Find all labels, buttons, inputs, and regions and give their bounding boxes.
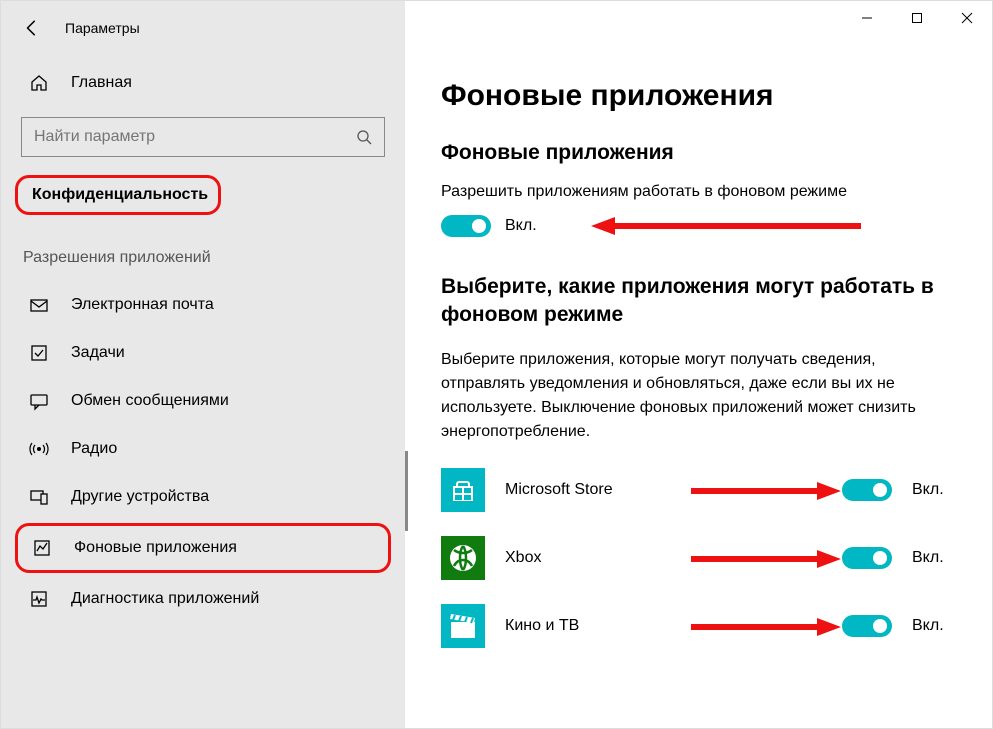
movies-icon <box>441 604 485 648</box>
section-choose-body: Выберите приложения, которые могут получ… <box>441 348 956 444</box>
app-row-movies: Кино и ТВ Вкл. <box>441 604 956 648</box>
devices-icon <box>29 487 49 507</box>
app-row-xbox: Xbox Вкл. <box>441 536 956 580</box>
bgapps-icon <box>32 538 52 558</box>
search-box[interactable] <box>21 117 385 157</box>
app-toggle-movies[interactable] <box>842 615 892 637</box>
app-toggle-store[interactable] <box>842 479 892 501</box>
titlebar-left: Параметры <box>1 13 405 63</box>
app-name: Xbox <box>505 549 665 567</box>
app-toggle-state: Вкл. <box>912 481 956 499</box>
sidebar-item-label: Фоновые приложения <box>74 539 237 557</box>
diag-icon <box>29 589 49 609</box>
allow-bg-toggle[interactable] <box>441 215 491 237</box>
radio-icon <box>29 439 49 459</box>
minimize-icon <box>861 12 873 24</box>
sidebar-item-tasks[interactable]: Задачи <box>1 329 405 377</box>
app-toggle-state: Вкл. <box>912 549 956 567</box>
sidebar-item-email[interactable]: Электронная почта <box>1 281 405 329</box>
section-choose-title: Выберите, какие приложения могут работат… <box>441 273 956 330</box>
sidebar-home-label: Главная <box>71 74 132 92</box>
window-title: Параметры <box>65 20 140 36</box>
sidebar-item-label: Обмен сообщениями <box>71 392 229 410</box>
page-title: Фоновые приложения <box>441 79 956 113</box>
tasks-icon <box>29 343 49 363</box>
sidebar-item-label: Диагностика приложений <box>71 590 259 608</box>
sidebar-item-label: Другие устройства <box>71 488 209 506</box>
search-wrap <box>1 103 405 175</box>
maximize-button[interactable] <box>892 1 942 35</box>
sidebar-group-header: Разрешения приложений <box>1 243 405 281</box>
scrollbar-thumb[interactable] <box>405 451 408 531</box>
minimize-button[interactable] <box>842 1 892 35</box>
sidebar-item-background-apps[interactable]: Фоновые приложения <box>15 523 391 573</box>
section-bg-apps-title: Фоновые приложения <box>441 141 956 165</box>
annotation-arrow <box>691 618 841 636</box>
search-icon <box>356 129 372 145</box>
app-row-store: Microsoft Store Вкл. <box>441 468 956 512</box>
app-toggle-state: Вкл. <box>912 617 956 635</box>
window-controls <box>842 1 992 35</box>
sidebar: Параметры Главная Конфиденциальность Раз… <box>1 1 405 728</box>
app-name: Microsoft Store <box>505 481 665 499</box>
sidebar-item-label: Электронная почта <box>71 296 214 314</box>
mail-icon <box>29 295 49 315</box>
annotation-arrow <box>691 550 841 568</box>
arrow-left-icon <box>23 19 41 37</box>
xbox-icon <box>441 536 485 580</box>
sidebar-item-messaging[interactable]: Обмен сообщениями <box>1 377 405 425</box>
sidebar-item-app-diagnostics[interactable]: Диагностика приложений <box>1 575 405 623</box>
allow-bg-toggle-row: Вкл. <box>441 215 956 237</box>
sidebar-category[interactable]: Конфиденциальность <box>15 175 221 215</box>
settings-window: Параметры Главная Конфиденциальность Раз… <box>0 0 993 729</box>
search-input[interactable] <box>34 128 356 146</box>
sidebar-home[interactable]: Главная <box>1 63 405 103</box>
back-button[interactable] <box>23 19 41 37</box>
message-icon <box>29 391 49 411</box>
home-icon <box>29 73 49 93</box>
sidebar-category-label: Конфиденциальность <box>32 186 208 203</box>
app-name: Кино и ТВ <box>505 617 665 635</box>
sidebar-item-other-devices[interactable]: Другие устройства <box>1 473 405 521</box>
close-button[interactable] <box>942 1 992 35</box>
sidebar-item-label: Задачи <box>71 344 125 362</box>
app-toggle-xbox[interactable] <box>842 547 892 569</box>
close-icon <box>961 12 973 24</box>
sidebar-item-label: Радио <box>71 440 117 458</box>
main-content: Фоновые приложения Фоновые приложения Ра… <box>405 1 992 728</box>
annotation-arrow <box>691 482 841 500</box>
store-icon <box>441 468 485 512</box>
allow-bg-state: Вкл. <box>505 217 537 235</box>
sidebar-item-radio[interactable]: Радио <box>1 425 405 473</box>
allow-bg-label: Разрешить приложениям работать в фоновом… <box>441 183 956 201</box>
maximize-icon <box>911 12 923 24</box>
annotation-arrow <box>591 217 861 235</box>
